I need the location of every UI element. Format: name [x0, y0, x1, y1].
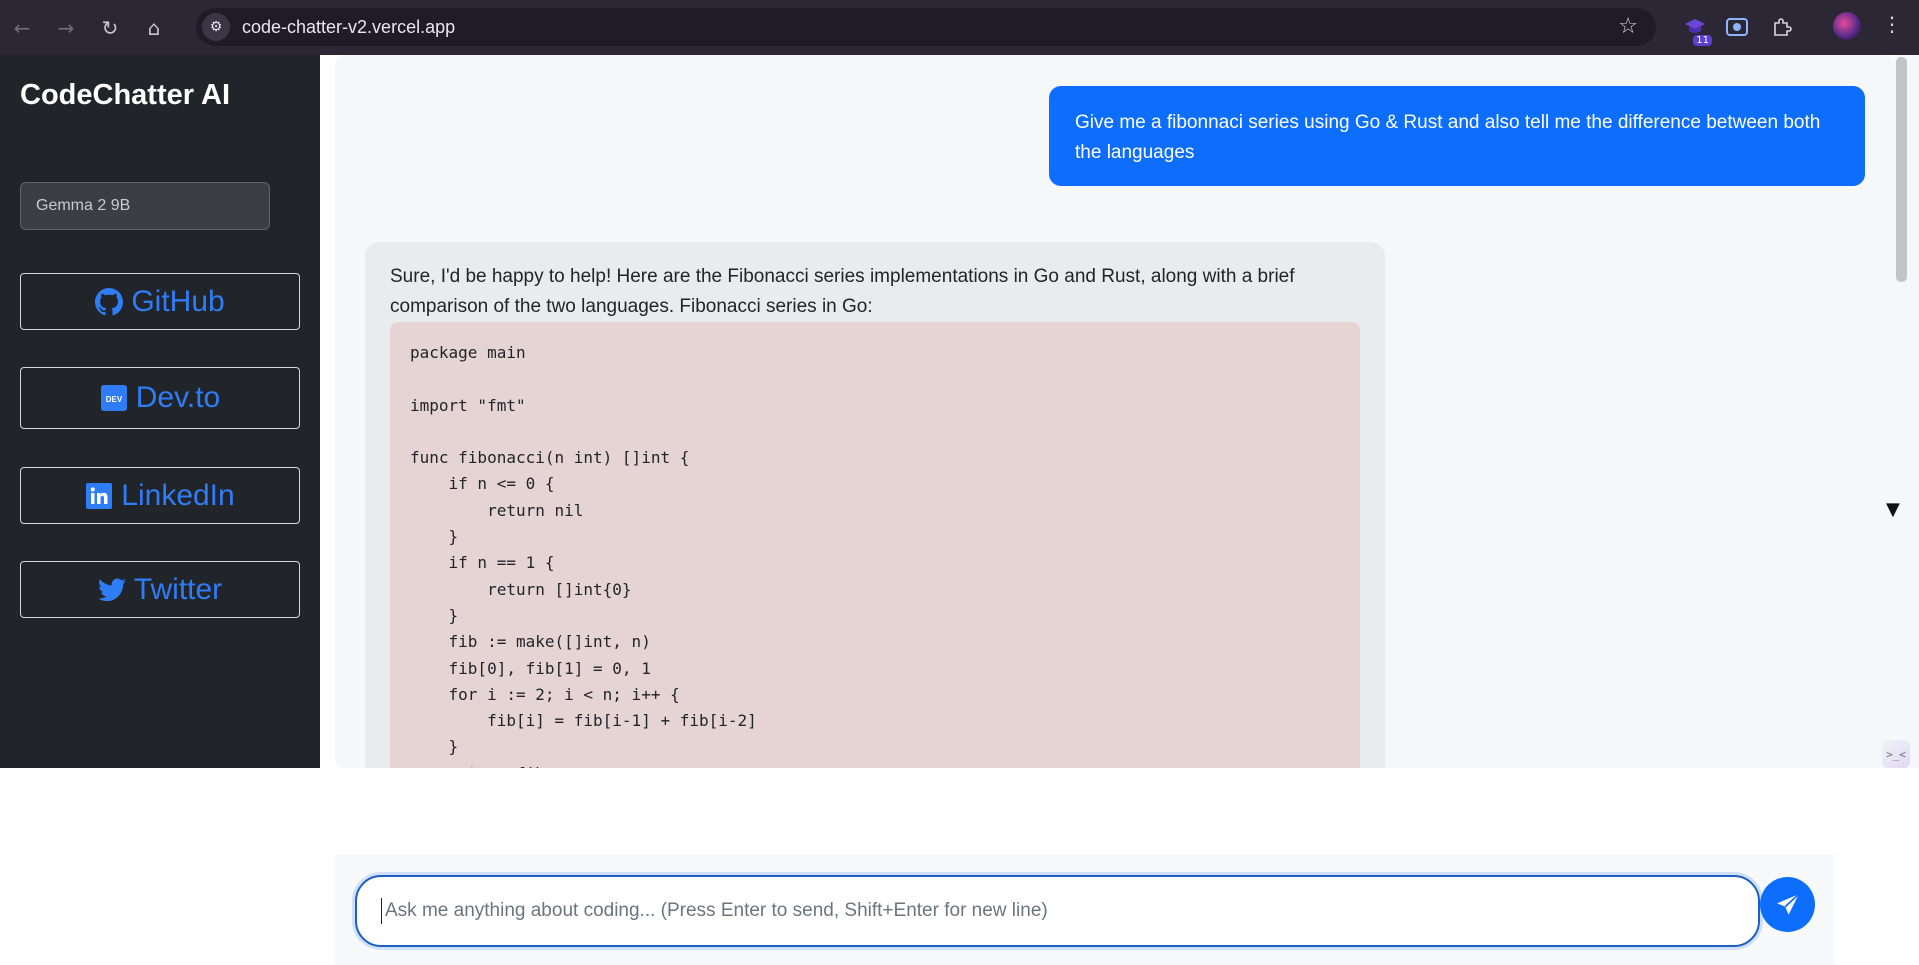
github-icon: [95, 287, 124, 316]
reload-icon[interactable]: ↻: [88, 6, 132, 50]
url-text[interactable]: code-chatter-v2.vercel.app: [242, 17, 455, 38]
profile-avatar[interactable]: [1833, 12, 1861, 40]
screen-capture-icon[interactable]: [1722, 12, 1752, 42]
svg-text:DEV: DEV: [106, 395, 123, 404]
site-info-icon[interactable]: ⚙: [202, 13, 230, 41]
chat-input[interactable]: Ask me anything about coding... (Press E…: [355, 875, 1760, 947]
code-content: package main import "fmt" func fibonacci…: [410, 343, 757, 768]
text-caret: [381, 898, 382, 924]
code-block: package main import "fmt" func fibonacci…: [390, 322, 1360, 768]
devto-icon: DEV: [100, 384, 128, 412]
back-icon[interactable]: ←: [0, 6, 44, 50]
sidebar: CodeChatter AI Gemma 2 9B GitHub DEV Dev…: [0, 55, 320, 768]
extension-badge: 11: [1693, 35, 1712, 46]
devto-link-button[interactable]: DEV Dev.to: [20, 367, 300, 429]
devto-link-label: Dev.to: [135, 381, 221, 414]
extension-icon[interactable]: 11: [1680, 12, 1712, 46]
twitter-icon: [97, 576, 126, 604]
home-icon[interactable]: ⌂: [132, 6, 176, 50]
devtools-widget-icon[interactable]: >_<: [1882, 740, 1910, 768]
linkedin-link-button[interactable]: LinkedIn: [20, 467, 300, 524]
send-button[interactable]: [1760, 877, 1815, 932]
chat-input-placeholder: Ask me anything about coding... (Press E…: [385, 900, 1048, 921]
browser-toolbar: ← → ↻ ⌂ ⚙ code-chatter-v2.vercel.app ☆ 1…: [0, 0, 1919, 55]
user-message-bubble: Give me a fibonnaci series using Go & Ru…: [1049, 86, 1865, 186]
forward-icon[interactable]: →: [44, 6, 88, 50]
twitter-link-label: Twitter: [133, 572, 223, 606]
linkedin-icon: [85, 482, 113, 510]
app-root: CodeChatter AI Gemma 2 9B GitHub DEV Dev…: [0, 55, 1919, 965]
bookmark-star-icon[interactable]: ☆: [1618, 14, 1638, 39]
extensions-puzzle-icon[interactable]: [1767, 12, 1797, 42]
chat-messages[interactable]: Give me a fibonnaci series using Go & Ru…: [335, 55, 1895, 768]
twitter-link-button[interactable]: Twitter: [20, 561, 300, 618]
assistant-message-bubble: Sure, I'd be happy to help! Here are the…: [365, 242, 1385, 768]
linkedin-link-label: LinkedIn: [121, 478, 235, 512]
app-title: CodeChatter AI: [20, 79, 230, 111]
github-link-label: GitHub: [131, 284, 225, 318]
page-scrollbar-thumb[interactable]: [1896, 57, 1907, 282]
model-select[interactable]: Gemma 2 9B: [20, 182, 270, 230]
paper-plane-icon: [1776, 893, 1799, 915]
scroll-down-arrow-icon[interactable]: ▼: [1886, 499, 1900, 520]
address-bar[interactable]: ⚙ code-chatter-v2.vercel.app ☆: [196, 8, 1656, 46]
assistant-intro-text: Sure, I'd be happy to help! Here are the…: [390, 266, 1295, 317]
github-link-button[interactable]: GitHub: [20, 273, 300, 330]
browser-menu-icon[interactable]: ⋮: [1882, 12, 1902, 36]
